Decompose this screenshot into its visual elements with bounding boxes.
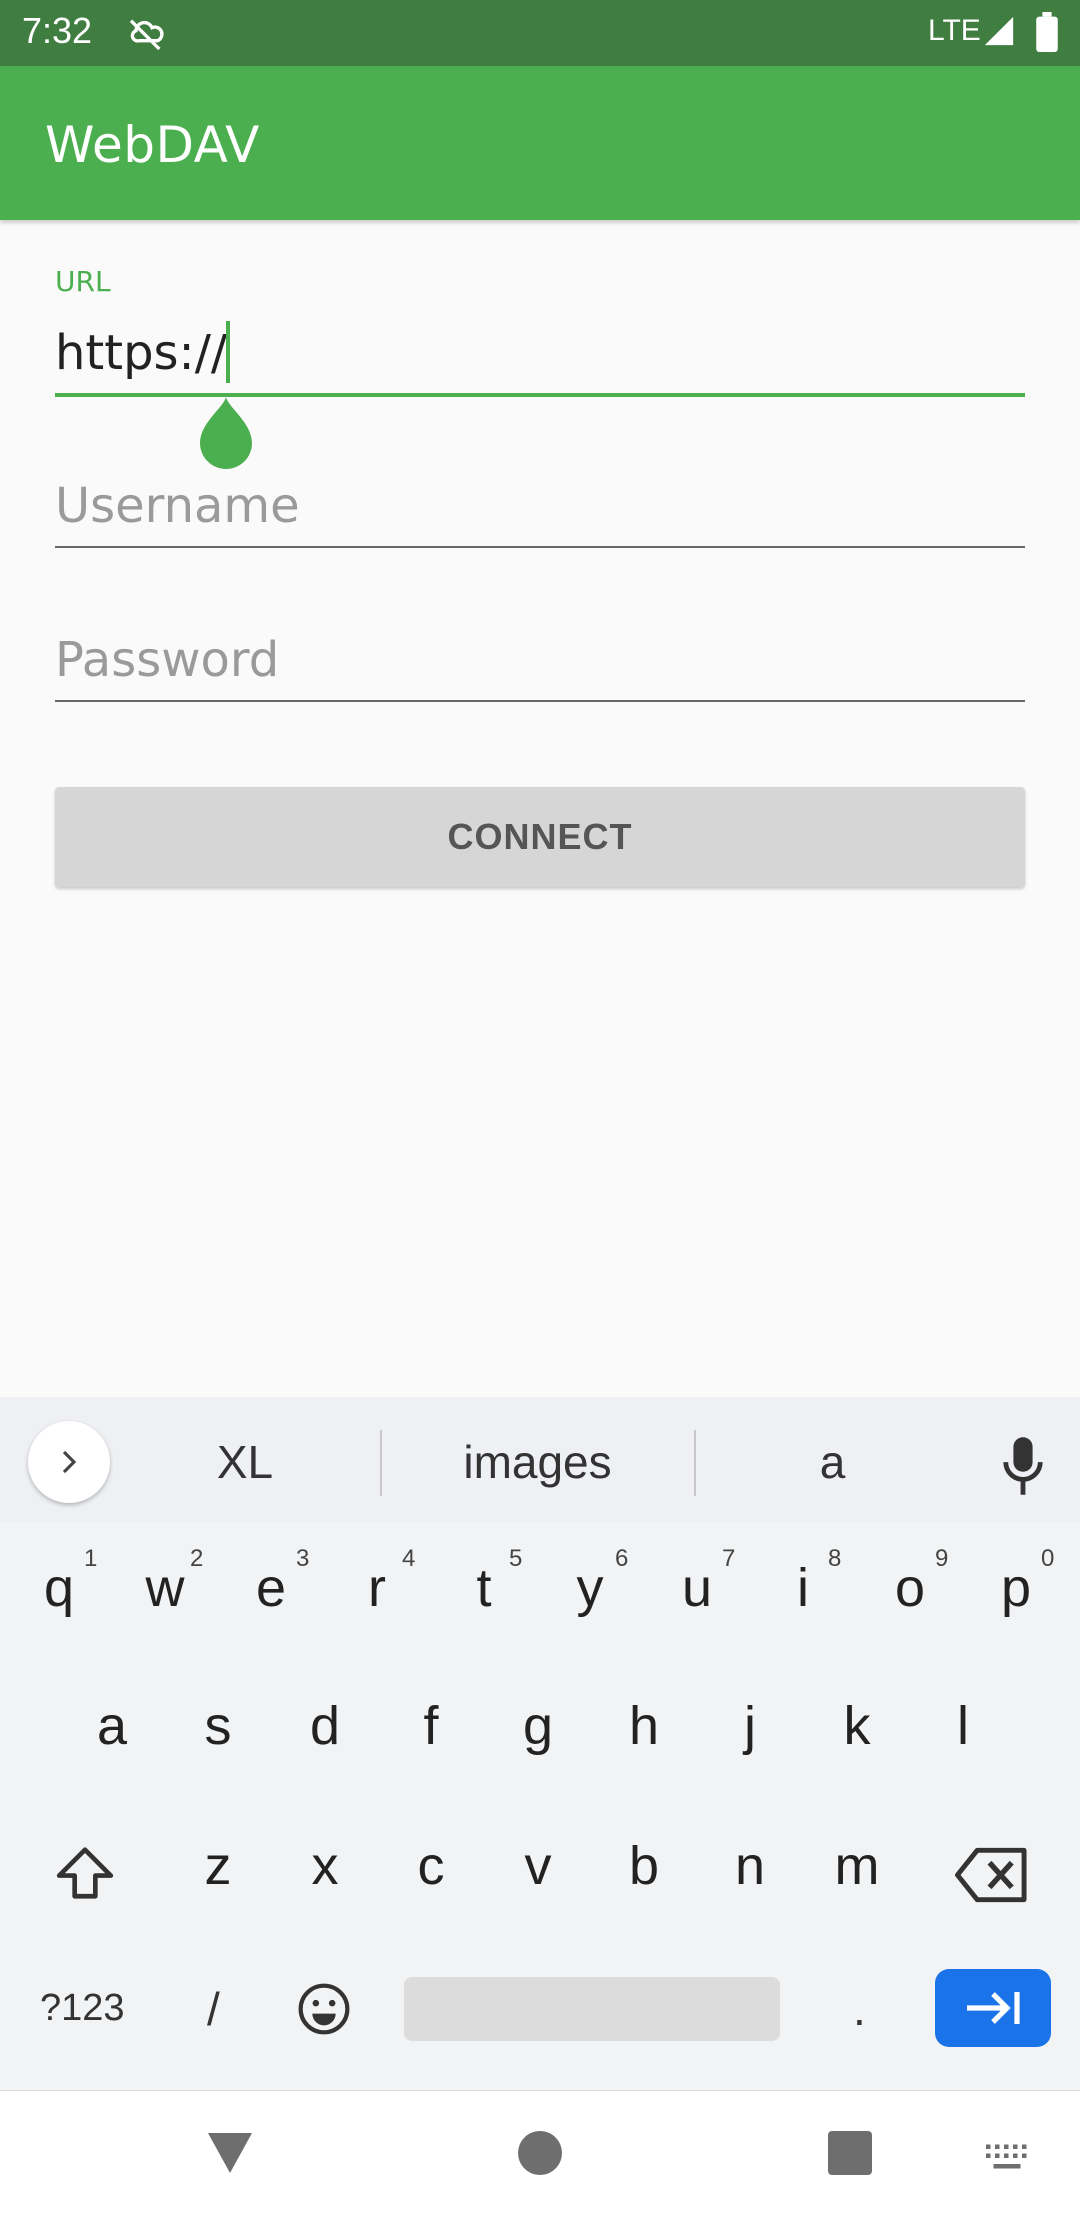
key-r[interactable]: r4	[337, 1545, 417, 1619]
back-icon[interactable]	[205, 2131, 255, 2175]
key-l[interactable]: l	[923, 1695, 1003, 1757]
username-underline	[55, 546, 1025, 548]
cloud-off-icon	[129, 19, 164, 51]
shift-icon[interactable]	[52, 1842, 118, 1904]
battery-icon	[1036, 12, 1058, 52]
key-slash[interactable]: /	[207, 1982, 220, 2036]
navigation-bar	[0, 2090, 1080, 2220]
signal-icon	[984, 16, 1014, 46]
key-b[interactable]: b	[604, 1835, 684, 1897]
username-placeholder[interactable]: Username	[55, 478, 300, 534]
suggestion-divider	[694, 1430, 696, 1496]
next-field-button[interactable]	[935, 1969, 1051, 2047]
key-s[interactable]: s	[178, 1695, 258, 1757]
microphone-icon[interactable]	[1000, 1435, 1046, 1497]
key-i[interactable]: i8	[763, 1545, 843, 1619]
key-k[interactable]: k	[817, 1695, 897, 1757]
password-placeholder[interactable]: Password	[55, 632, 279, 688]
key-o[interactable]: o9	[870, 1545, 950, 1619]
soft-keyboard: XL images a q1 w2 e3 r4 t5 y6 u7 i8 o9 p…	[0, 1397, 1080, 2090]
key-z[interactable]: z	[178, 1835, 258, 1897]
backspace-icon[interactable]	[955, 1847, 1029, 1903]
key-j[interactable]: j	[710, 1695, 790, 1757]
suggestion-1[interactable]: XL	[130, 1435, 360, 1489]
key-y[interactable]: y6	[550, 1545, 630, 1619]
network-type: LTE	[928, 14, 981, 47]
keyboard-switch-icon[interactable]	[984, 2143, 1030, 2173]
suggestion-divider	[380, 1430, 382, 1496]
chevron-right-icon	[62, 1450, 77, 1474]
symbols-key[interactable]: ?123	[40, 1987, 125, 2030]
emoji-icon[interactable]	[296, 1981, 352, 2037]
app-title: WebDAV	[45, 116, 260, 174]
tab-arrow-icon	[967, 1992, 1020, 2024]
key-period[interactable]: .	[853, 1982, 866, 2036]
key-e[interactable]: e3	[231, 1545, 311, 1619]
app-bar: WebDAV	[0, 66, 1080, 220]
key-x[interactable]: x	[285, 1835, 365, 1897]
key-a[interactable]: a	[72, 1695, 152, 1757]
expand-suggestions-button[interactable]	[28, 1421, 110, 1503]
status-time: 7:32	[22, 10, 93, 51]
suggestion-bar: XL images a	[0, 1397, 1080, 1522]
status-bar: 7:32 LTE	[0, 0, 1080, 66]
suggestion-2[interactable]: images	[385, 1435, 690, 1489]
url-field[interactable]: URL https://	[55, 265, 1025, 469]
key-q[interactable]: q1	[19, 1545, 99, 1619]
key-w[interactable]: w2	[125, 1545, 205, 1619]
suggestion-3[interactable]: a	[700, 1435, 965, 1489]
cursor-handle[interactable]	[198, 393, 254, 473]
key-f[interactable]: f	[391, 1695, 471, 1757]
key-n[interactable]: n	[710, 1835, 790, 1897]
key-d[interactable]: d	[285, 1695, 365, 1757]
key-u[interactable]: u7	[657, 1545, 737, 1619]
url-label: URL	[55, 265, 111, 298]
key-c[interactable]: c	[391, 1835, 471, 1897]
key-g[interactable]: g	[498, 1695, 578, 1757]
recents-icon[interactable]	[828, 2131, 872, 2175]
username-field[interactable]: Username	[55, 478, 1025, 548]
key-t[interactable]: t5	[444, 1545, 524, 1619]
key-p[interactable]: p0	[976, 1545, 1056, 1619]
text-cursor	[226, 321, 230, 383]
key-m[interactable]: m	[817, 1835, 897, 1897]
password-underline	[55, 700, 1025, 702]
url-input[interactable]: https://	[55, 325, 227, 381]
password-field[interactable]: Password	[55, 632, 1025, 702]
space-key[interactable]	[404, 1977, 780, 2041]
home-icon[interactable]	[518, 2131, 562, 2175]
connect-button[interactable]: CONNECT	[55, 787, 1025, 887]
key-v[interactable]: v	[498, 1835, 578, 1897]
key-h[interactable]: h	[604, 1695, 684, 1757]
